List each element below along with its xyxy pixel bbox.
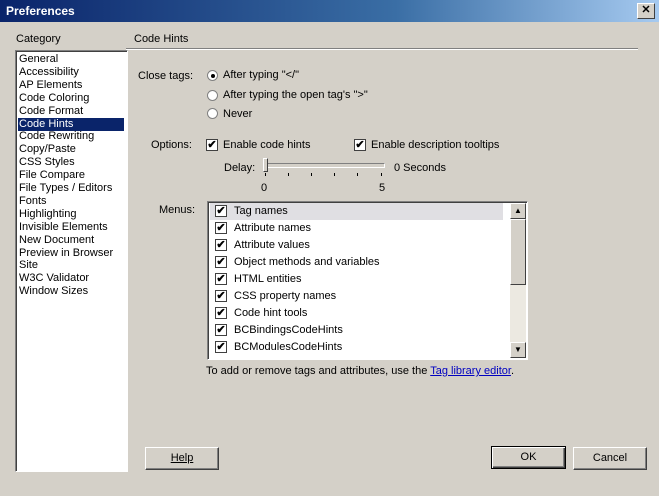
delay-max-label: 5	[379, 182, 386, 194]
ok-button[interactable]: OK	[491, 446, 566, 469]
close-icon[interactable]: ✕	[637, 3, 655, 19]
menu-item-label: Code hint tools	[234, 307, 308, 319]
category-item[interactable]: CSS Styles	[18, 156, 124, 169]
category-item[interactable]: Window Sizes	[18, 285, 124, 298]
delay-value: 0 Seconds	[394, 162, 446, 174]
scroll-up-icon[interactable]: ▲	[510, 203, 526, 219]
enable-description-tooltips-label[interactable]: Enable description tooltips	[371, 139, 499, 151]
tag-library-note-text: To add or remove tags and attributes, us…	[206, 365, 431, 377]
close-tags-label: Close tags:	[138, 70, 194, 82]
category-item[interactable]: Code Hints	[18, 117, 124, 131]
menu-item-label: BCModulesCodeHints	[234, 341, 343, 353]
delay-slider-thumb[interactable]	[263, 158, 268, 172]
menu-list-item[interactable]: ✔ Code hint tools	[210, 305, 503, 322]
tag-library-note-suffix: .	[510, 365, 514, 377]
close-tags-radio-2[interactable]	[207, 108, 218, 119]
category-item[interactable]: W3C Validator	[18, 272, 124, 285]
category-item[interactable]: New Document	[18, 234, 124, 247]
menu-item-checkbox[interactable]: ✔	[215, 239, 227, 251]
menu-item-checkbox[interactable]: ✔	[215, 341, 227, 353]
menu-item-label: Tag names	[234, 205, 288, 217]
category-item[interactable]: File Types / Editors	[18, 182, 124, 195]
enable-code-hints-label[interactable]: Enable code hints	[223, 139, 310, 151]
menu-item-checkbox[interactable]: ✔	[215, 205, 227, 217]
scroll-down-icon[interactable]: ▼	[510, 342, 526, 358]
scroll-thumb[interactable]	[510, 219, 526, 285]
category-item[interactable]: Code Rewriting	[18, 130, 124, 143]
menu-list-item[interactable]: ✔ Object methods and variables	[210, 254, 503, 271]
menus-scrollbar[interactable]: ▲ ▼	[510, 203, 526, 358]
window-title: Preferences	[6, 4, 75, 18]
menu-item-label: Attribute values	[234, 239, 310, 251]
menu-item-checkbox[interactable]: ✔	[215, 307, 227, 319]
panel-divider	[126, 48, 638, 50]
help-button-label: Help	[170, 452, 194, 464]
category-item[interactable]: Site	[18, 259, 124, 272]
help-button[interactable]: Help	[145, 447, 219, 470]
menu-list-item[interactable]: ✔ Tag names	[210, 203, 503, 220]
enable-code-hints-checkbox[interactable]: ✔	[206, 139, 218, 151]
close-tags-option-1[interactable]: After typing the open tag's ">"	[223, 89, 368, 101]
menus-label: Menus:	[159, 204, 196, 216]
cancel-button[interactable]: Cancel	[573, 447, 647, 470]
delay-tick	[265, 173, 266, 176]
enable-description-tooltips-checkbox[interactable]: ✔	[354, 139, 366, 151]
category-item[interactable]: File Compare	[18, 169, 124, 182]
category-item[interactable]: Copy/Paste	[18, 143, 124, 156]
tag-library-editor-link[interactable]: Tag library editor	[430, 365, 511, 377]
category-item[interactable]: Code Coloring	[18, 92, 124, 105]
close-tags-radio-0[interactable]	[207, 70, 218, 81]
category-item[interactable]: Code Format	[18, 105, 124, 118]
menu-list-item[interactable]: ✔ BCModulesCodeHints	[210, 339, 503, 356]
category-item[interactable]: Preview in Browser	[18, 247, 124, 260]
category-item[interactable]: Highlighting	[18, 208, 124, 221]
category-item[interactable]: Fonts	[18, 195, 124, 208]
menu-list-item[interactable]: ✔ Attribute values	[210, 237, 503, 254]
menu-item-label: Attribute names	[234, 222, 312, 234]
category-item[interactable]: General	[18, 53, 124, 66]
delay-tick	[288, 173, 289, 176]
menus-list[interactable]: ✔ Tag names ✔ Attribute names ✔ Attribute val…	[207, 201, 528, 360]
menu-item-checkbox[interactable]: ✔	[215, 222, 227, 234]
panel-title: Code Hints	[134, 33, 189, 45]
menu-item-label: HTML entities	[234, 273, 302, 285]
delay-tick	[311, 173, 312, 176]
menu-list-item[interactable]: ✔ CSS property names	[210, 288, 503, 305]
menu-list-item[interactable]: ✔ Attribute names	[210, 220, 503, 237]
delay-tick	[334, 173, 335, 176]
delay-min-label: 0	[261, 182, 268, 194]
category-list[interactable]: General Accessibility AP Elements Code Colo…	[15, 50, 128, 472]
close-tags-radio-1[interactable]	[207, 90, 218, 101]
menu-list-item[interactable]: ✔ BCBindingsCodeHints	[210, 322, 503, 339]
menu-item-label: Object methods and variables	[234, 256, 380, 268]
delay-tick	[357, 173, 358, 176]
menu-item-checkbox[interactable]: ✔	[215, 273, 227, 285]
options-label: Options:	[151, 139, 192, 151]
menu-item-checkbox[interactable]: ✔	[215, 290, 227, 302]
category-item[interactable]: Accessibility	[18, 66, 124, 79]
delay-slider-track[interactable]	[264, 163, 385, 168]
menu-item-checkbox[interactable]: ✔	[215, 256, 227, 268]
menu-item-label: CSS property names	[234, 290, 337, 302]
menu-item-label: BCBindingsCodeHints	[234, 324, 343, 336]
menu-list-item[interactable]: ✔ HTML entities	[210, 271, 503, 288]
tag-library-note: To add or remove tags and attributes, us…	[206, 365, 514, 377]
category-item[interactable]: AP Elements	[18, 79, 124, 92]
close-tags-option-0[interactable]: After typing "</"	[223, 69, 299, 81]
menu-item-checkbox[interactable]: ✔	[215, 324, 227, 336]
delay-tick	[381, 173, 382, 176]
close-tags-option-2[interactable]: Never	[223, 108, 252, 120]
title-bar: Preferences ✕	[0, 0, 659, 22]
category-item[interactable]: Invisible Elements	[18, 221, 124, 234]
category-label: Category	[16, 33, 61, 45]
delay-label: Delay:	[224, 162, 256, 174]
